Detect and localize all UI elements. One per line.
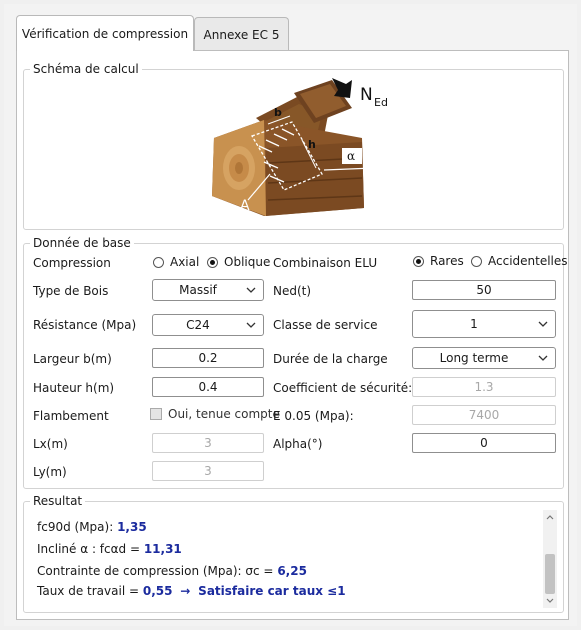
- radio-label: Rares: [430, 254, 464, 268]
- radio-rares[interactable]: Rares: [413, 254, 464, 268]
- checkbox-box: [150, 408, 162, 420]
- radio-dot-selected: [413, 255, 424, 267]
- compression-label: Compression: [33, 256, 111, 270]
- radio-label: Accidentelles: [488, 254, 568, 268]
- duree-select[interactable]: Long terme: [412, 347, 556, 369]
- result-value: 1,35: [117, 520, 147, 534]
- radio-label: Oblique: [224, 255, 271, 269]
- result-verdict: Satisfaire car taux ≤1: [198, 584, 346, 598]
- result-label: Incliné α : fcαd =: [37, 542, 144, 556]
- result-group-title: Resultat: [30, 494, 86, 508]
- app-window: Vérification de compression Annexe EC 5 …: [4, 4, 577, 626]
- chevron-down-icon: [246, 287, 256, 293]
- label-ned: N: [360, 85, 373, 105]
- lx-input[interactable]: 3: [152, 433, 264, 453]
- scroll-up-icon[interactable]: [543, 510, 557, 524]
- tab-verification-compression[interactable]: Vérification de compression: [16, 15, 194, 51]
- radio-dot: [153, 256, 164, 268]
- largeur-input[interactable]: 0.2: [152, 348, 264, 368]
- radio-dot-selected: [207, 256, 218, 268]
- result-line-contrainte: Contrainte de compression (Mpa): σc = 6,…: [37, 563, 307, 579]
- result-line-fc90d: fc90d (Mpa): 1,35: [37, 519, 147, 535]
- schema-group-title: Schéma de calcul: [30, 62, 142, 76]
- label-b: b: [274, 106, 282, 119]
- duree-value: Long terme: [439, 351, 509, 365]
- label-h: h: [308, 138, 316, 151]
- result-value: 0,55: [142, 584, 173, 598]
- alpha-input[interactable]: 0: [412, 433, 556, 453]
- result-value: 11,31: [143, 542, 182, 556]
- chevron-down-icon: [538, 321, 548, 327]
- scroll-down-icon[interactable]: [543, 594, 557, 608]
- hauteur-label: Hauteur h(m): [33, 381, 115, 395]
- radio-dot: [471, 255, 482, 267]
- ly-input[interactable]: 3: [152, 461, 264, 481]
- flambement-checkbox[interactable]: Oui, tenue compte: [150, 407, 280, 421]
- hauteur-input[interactable]: 0.4: [152, 377, 264, 397]
- label-ned-sub: Ed: [374, 96, 388, 109]
- alpha-label: Alpha(°): [273, 437, 323, 451]
- resistance-value: C24: [186, 318, 210, 332]
- type-bois-value: Massif: [179, 283, 217, 297]
- resistance-label: Résistance (Mpa): [33, 318, 137, 332]
- result-value: 6,25: [277, 564, 307, 578]
- result-label: Contrainte de compression (Mpa): σc =: [37, 564, 278, 578]
- tab-annexe-ec5[interactable]: Annexe EC 5: [194, 17, 289, 51]
- label-alpha: α: [347, 149, 355, 163]
- radio-label: Axial: [170, 255, 200, 269]
- flambement-label: Flambement: [33, 409, 109, 423]
- scroll-thumb[interactable]: [545, 554, 555, 594]
- lx-label: Lx(m): [33, 437, 68, 451]
- classe-select[interactable]: 1: [412, 310, 556, 338]
- e005-input[interactable]: 7400: [412, 405, 556, 425]
- coef-input[interactable]: 1.3: [412, 377, 556, 397]
- radio-oblique[interactable]: Oblique: [207, 255, 270, 269]
- type-bois-select[interactable]: Massif: [152, 279, 264, 301]
- tab-label: Annexe EC 5: [203, 27, 280, 42]
- result-line-fcad: Incliné α : fcαd = 11,31: [37, 541, 182, 557]
- classe-label: Classe de service: [273, 318, 378, 332]
- radio-accidentelles[interactable]: Accidentelles: [471, 254, 568, 268]
- result-arrow: →: [180, 584, 191, 598]
- result-scrollbar[interactable]: [543, 510, 557, 608]
- largeur-label: Largeur b(m): [33, 352, 112, 366]
- tab-label: Vérification de compression: [21, 26, 189, 41]
- result-line-taux: Taux de travail = 0,55 → Satisfaire car …: [37, 583, 346, 599]
- timber-diagram: b h A α N Ed: [212, 78, 388, 216]
- base-group-title: Donnée de base: [30, 236, 134, 250]
- ned-label: Ned(t): [273, 284, 312, 298]
- combinaison-label: Combinaison ELU: [273, 256, 378, 270]
- chevron-down-icon: [246, 322, 256, 328]
- checkbox-label: Oui, tenue compte: [168, 407, 280, 421]
- chevron-down-icon: [538, 355, 548, 361]
- e005-label: E 0.05 (Mpa):: [273, 409, 354, 423]
- resistance-select[interactable]: C24: [152, 314, 264, 336]
- classe-value: 1: [470, 317, 478, 331]
- tab-panel: Schéma de calcul b h A α N Ed Donnée de …: [16, 50, 569, 620]
- duree-label: Durée de la charge: [273, 352, 388, 366]
- ly-label: Ly(m): [33, 465, 67, 479]
- coef-label: Coefficient de sécurité:: [273, 381, 413, 395]
- ned-input[interactable]: 50: [412, 280, 556, 300]
- label-a: A: [240, 198, 250, 214]
- radio-axial[interactable]: Axial: [153, 255, 199, 269]
- result-label: Taux de travail =: [37, 584, 143, 598]
- schema-group: Schéma de calcul b h A α N Ed: [23, 62, 564, 230]
- result-label: fc90d (Mpa):: [37, 520, 118, 534]
- type-bois-label: Type de Bois: [33, 284, 109, 298]
